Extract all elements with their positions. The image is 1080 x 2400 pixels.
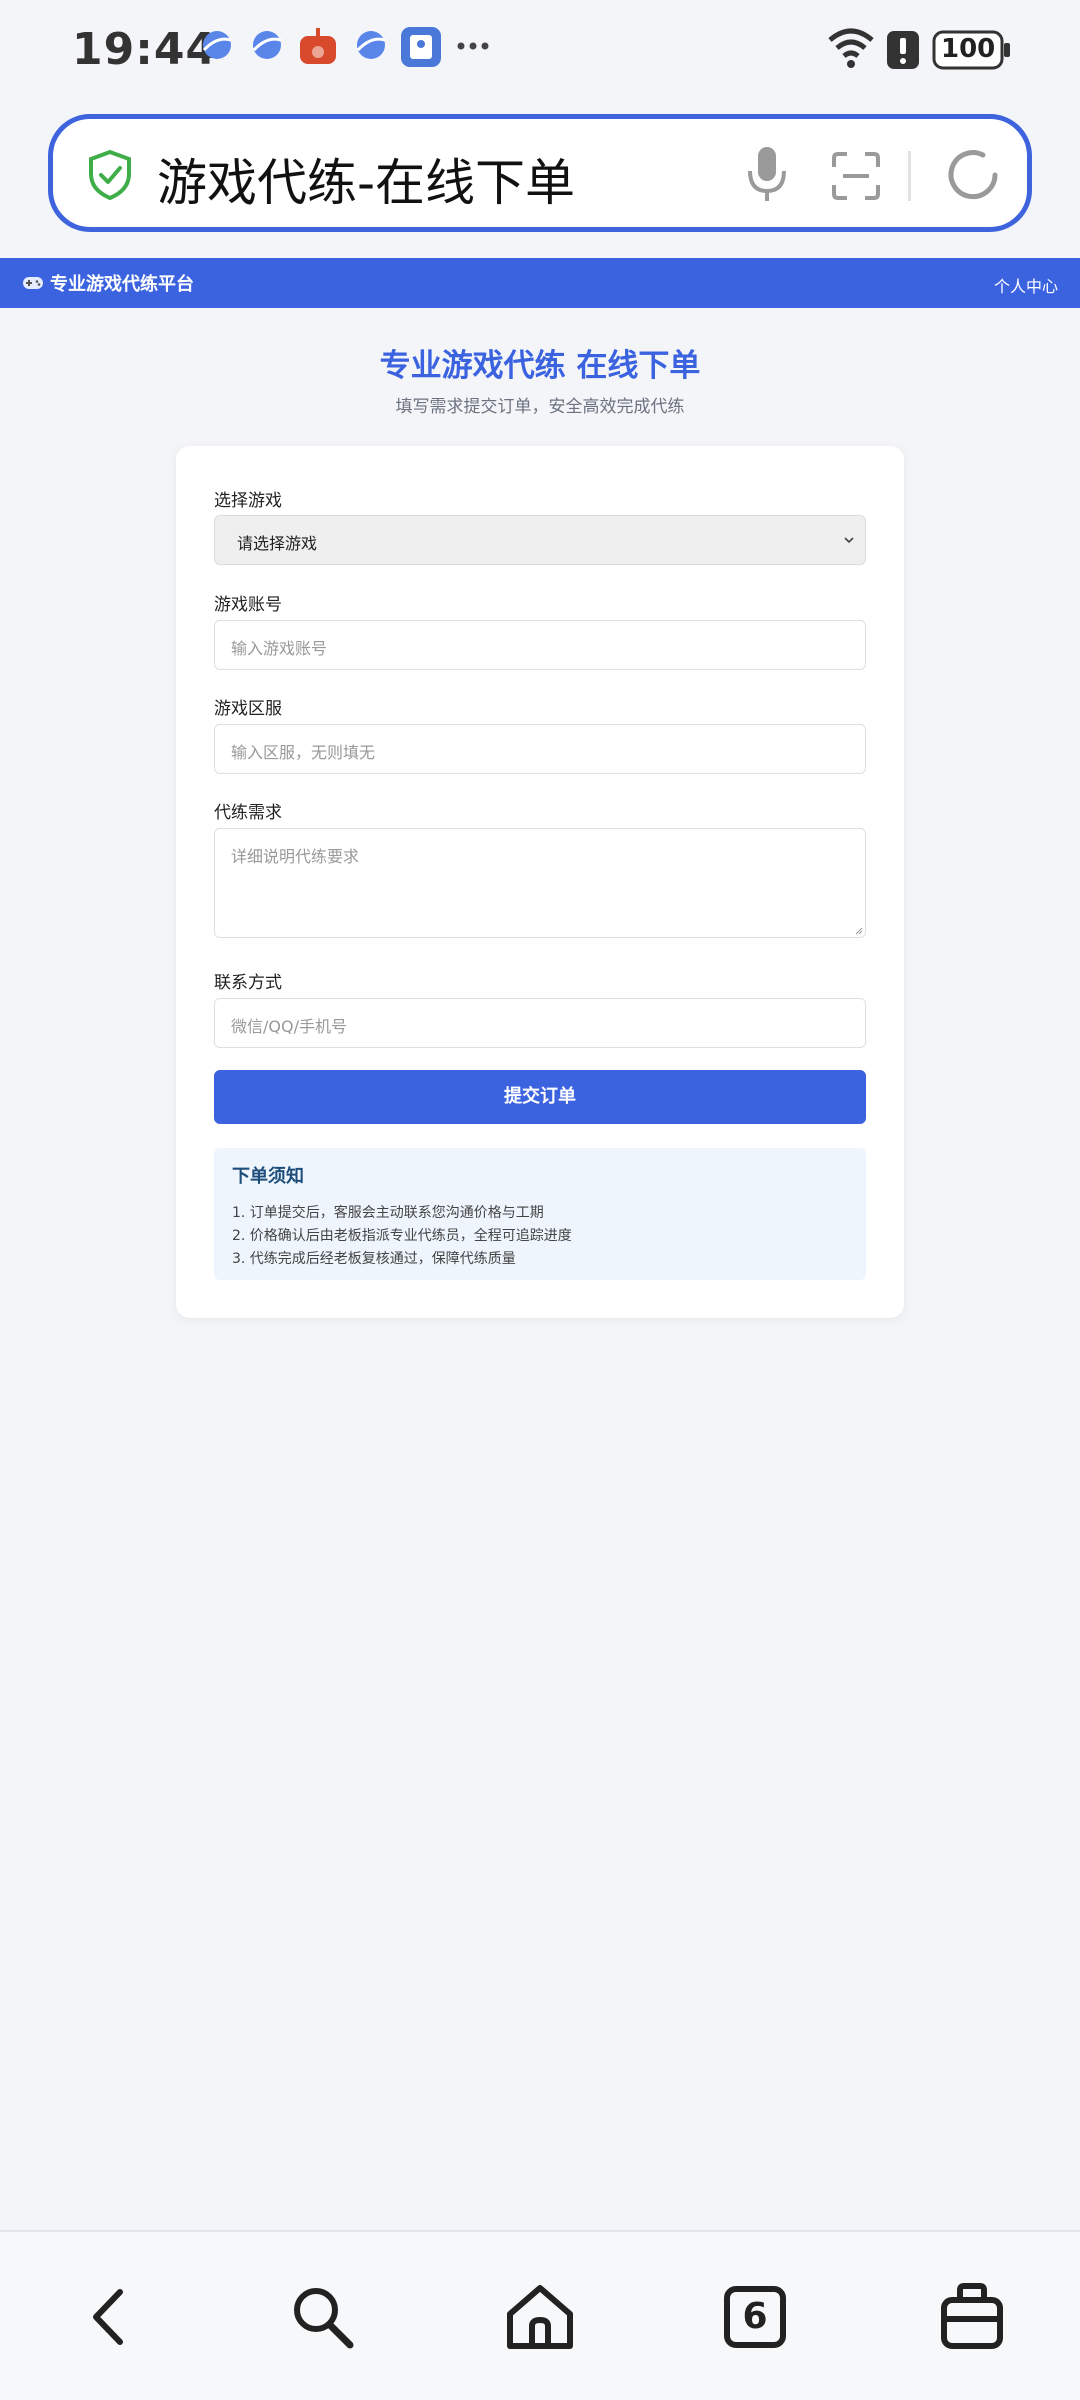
game-icon bbox=[300, 28, 336, 64]
game-select[interactable]: 请选择游戏 bbox=[214, 515, 866, 565]
page-title-in-address-bar[interactable]: 游戏代练-在线下单 bbox=[157, 143, 575, 215]
alert-icon bbox=[887, 31, 919, 69]
game-select-label: 选择游戏 bbox=[214, 491, 282, 511]
site-header: 专业游戏代练平台 个人中心 bbox=[0, 258, 1080, 308]
tab-count: 6 bbox=[742, 2296, 768, 2337]
shield-check-icon bbox=[89, 149, 131, 201]
account-input[interactable]: 输入游戏账号 bbox=[214, 620, 866, 670]
contact-input[interactable]: 微信/QQ/手机号 bbox=[214, 998, 866, 1048]
server-input-placeholder: 输入区服，无则填无 bbox=[231, 743, 376, 762]
search-icon[interactable] bbox=[290, 2282, 356, 2352]
status-time: 19:44 bbox=[72, 24, 218, 75]
browser-icon bbox=[356, 31, 386, 59]
contact-field-label: 联系方式 bbox=[214, 973, 282, 993]
battery-level: 100 bbox=[941, 34, 996, 64]
page-title: 专业游戏代练 在线下单 bbox=[379, 348, 701, 384]
notice-item: 2. 价格确认后由老板指派专业代练员，全程可追踪进度 bbox=[232, 1228, 572, 1244]
address-bar-divider bbox=[908, 151, 911, 201]
microphone-icon[interactable] bbox=[745, 145, 789, 205]
toolbox-icon[interactable] bbox=[940, 2282, 1004, 2352]
tabs-button[interactable]: 6 bbox=[724, 2286, 786, 2348]
site-brand-label: 专业游戏代练平台 bbox=[50, 274, 194, 295]
wifi-icon bbox=[828, 28, 874, 68]
battery-icon: 100 bbox=[932, 30, 1012, 70]
server-input[interactable]: 输入区服，无则填无 bbox=[214, 724, 866, 774]
browser-icon bbox=[252, 31, 282, 59]
server-field-label: 游戏区服 bbox=[214, 699, 282, 719]
submit-order-button[interactable]: 提交订单 bbox=[214, 1070, 866, 1124]
browser-bottom-nav: 6 bbox=[0, 2230, 1080, 2400]
notice-title: 下单须知 bbox=[232, 1166, 304, 1187]
site-brand[interactable]: 专业游戏代练平台 bbox=[22, 270, 194, 296]
requirement-textarea-placeholder: 详细说明代练要求 bbox=[231, 847, 360, 866]
user-center-link[interactable]: 个人中心 bbox=[994, 273, 1058, 297]
more-icon bbox=[457, 42, 489, 50]
app-icon bbox=[401, 27, 441, 67]
requirement-textarea[interactable]: 详细说明代练要求 bbox=[214, 828, 866, 938]
reload-icon[interactable] bbox=[943, 145, 1003, 205]
chevron-down-icon bbox=[844, 537, 854, 544]
home-icon[interactable] bbox=[504, 2282, 576, 2352]
scan-icon[interactable] bbox=[831, 151, 881, 201]
status-bar: 19:44 100 bbox=[0, 0, 1080, 100]
notice-item: 1. 订单提交后，客服会主动联系您沟通价格与工期 bbox=[232, 1205, 544, 1221]
resize-handle-icon[interactable] bbox=[853, 925, 863, 935]
address-bar[interactable]: 游戏代练-在线下单 bbox=[48, 114, 1032, 232]
game-select-value: 请选择游戏 bbox=[237, 534, 318, 553]
account-input-placeholder: 输入游戏账号 bbox=[231, 639, 328, 658]
order-notice: 下单须知 1. 订单提交后，客服会主动联系您沟通价格与工期 2. 价格确认后由老… bbox=[214, 1148, 866, 1280]
requirement-field-label: 代练需求 bbox=[214, 803, 282, 823]
page-subtitle: 填写需求提交订单，安全高效完成代练 bbox=[395, 397, 685, 417]
order-form-card: 选择游戏 请选择游戏 游戏账号 输入游戏账号 游戏区服 输入区服，无则填无 代练… bbox=[176, 446, 904, 1318]
notice-item: 3. 代练完成后经老板复核通过，保障代练质量 bbox=[232, 1251, 516, 1267]
browser-icon bbox=[202, 31, 232, 59]
back-icon[interactable] bbox=[84, 2282, 134, 2352]
gamepad-icon bbox=[23, 277, 43, 289]
account-field-label: 游戏账号 bbox=[214, 595, 282, 615]
contact-input-placeholder: 微信/QQ/手机号 bbox=[231, 1017, 347, 1036]
